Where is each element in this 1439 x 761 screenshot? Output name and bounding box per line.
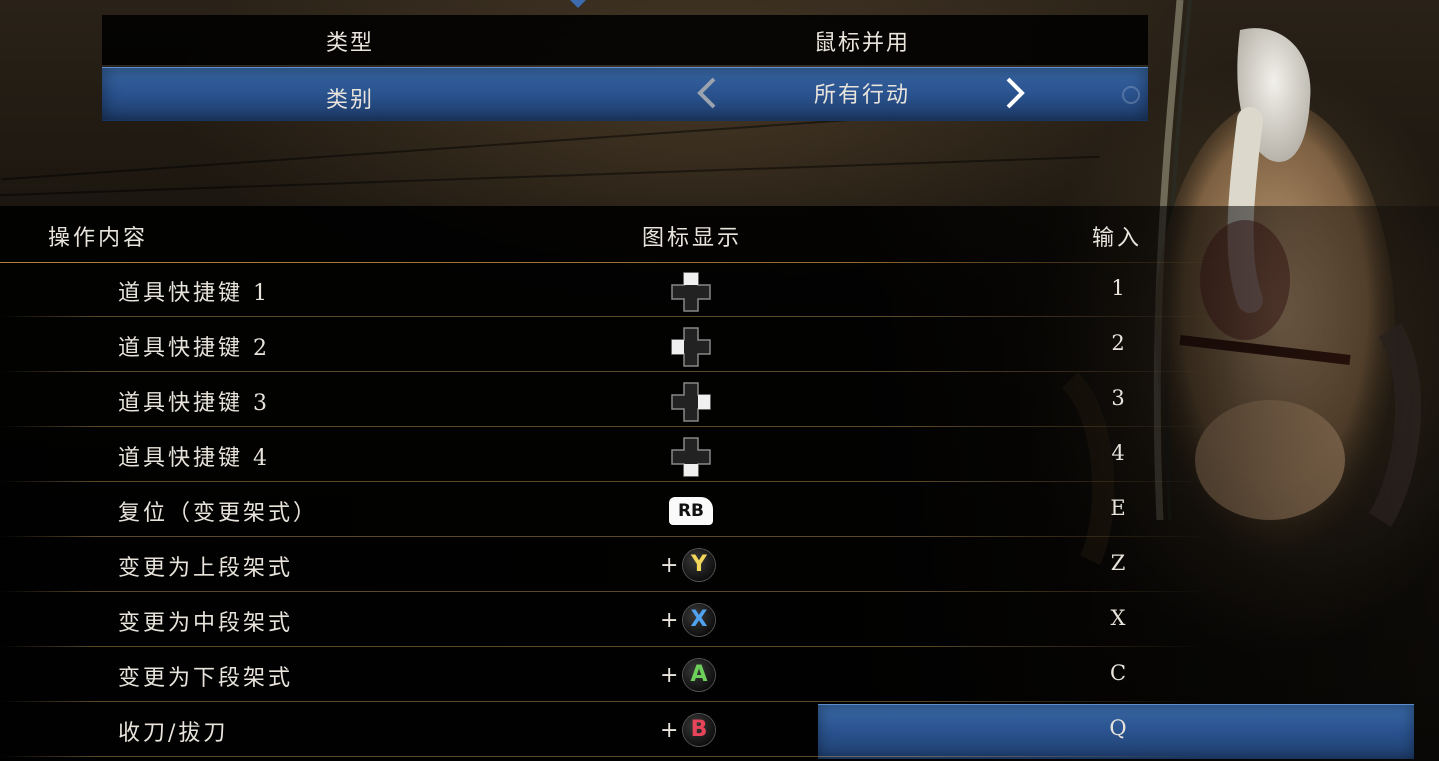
setting-category-label: 类别 [325, 88, 374, 113]
y-button-icon: Y [683, 549, 715, 581]
binding-key: 3 [1111, 386, 1125, 410]
binding-row[interactable]: 道具快捷键 3 3 [0, 373, 1439, 427]
plus-sign: + [660, 553, 679, 578]
binding-key: 1 [1111, 276, 1125, 300]
binding-key: E [1110, 496, 1126, 520]
dpad-left-icon [671, 327, 711, 367]
binding-key: C [1109, 661, 1127, 685]
binding-icon-cell: RB [640, 489, 750, 531]
plus-sign: + [660, 608, 679, 633]
header-icon-display: 图标显示 [642, 226, 743, 251]
a-button-icon: A [683, 659, 715, 691]
x-button-icon: X [683, 604, 715, 636]
floor-plank [0, 155, 1100, 197]
key-bindings-table: 操作内容 图标显示 输入 道具快捷键 1 1 道具快捷键 2 2 道具快捷键 3… [0, 206, 1439, 761]
binding-row[interactable]: 变更为上段架式 + Y Z [0, 538, 1439, 592]
binding-action-label: 道具快捷键 4 [118, 446, 270, 471]
header-action: 操作内容 [48, 226, 149, 251]
binding-icon-cell: + A [640, 654, 750, 696]
top-notch-indicator [570, 0, 586, 8]
setting-row-category[interactable]: 类别 所有行动 [102, 67, 1148, 121]
binding-action-label: 收刀/拔刀 [118, 721, 229, 746]
setting-row-type[interactable]: 类型 鼠标并用 [102, 15, 1148, 66]
binding-icon-cell: + X [640, 599, 750, 641]
rb-button-icon: RB [669, 497, 713, 525]
binding-action-label: 道具快捷键 1 [118, 281, 270, 306]
binding-row-selected[interactable]: 收刀/拔刀 + B Q [0, 703, 1439, 759]
setting-category-value: 所有行动 [813, 83, 910, 108]
binding-icon-cell: + Y [640, 544, 750, 586]
b-button-icon: B [683, 714, 715, 746]
binding-icon-cell [640, 269, 750, 312]
binding-key: 2 [1111, 331, 1125, 355]
plus-sign: + [660, 663, 679, 688]
binding-action-label: 道具快捷键 3 [118, 391, 270, 416]
binding-icon-cell [640, 434, 750, 477]
binding-row[interactable]: 道具快捷键 1 1 [0, 263, 1439, 317]
binding-key[interactable]: Q [1068, 716, 1168, 740]
scroll-indicator-icon [1122, 86, 1140, 104]
table-header: 操作内容 图标显示 输入 [0, 206, 1439, 263]
dpad-down-icon [671, 437, 711, 477]
plus-sign: + [660, 718, 679, 743]
header-input: 输入 [1092, 226, 1143, 251]
binding-key: X [1110, 606, 1126, 630]
binding-row[interactable]: 道具快捷键 2 2 [0, 318, 1439, 372]
binding-action-label: 变更为上段架式 [118, 556, 294, 581]
binding-row[interactable]: 道具快捷键 4 4 [0, 428, 1439, 482]
binding-key: 4 [1111, 441, 1125, 465]
binding-icon-cell [640, 379, 750, 422]
setting-type-value: 鼠标并用 [813, 31, 910, 56]
binding-key: Z [1110, 551, 1126, 575]
dpad-up-icon [671, 272, 711, 312]
binding-row[interactable]: 变更为中段架式 + X X [0, 593, 1439, 647]
binding-action-label: 变更为中段架式 [118, 611, 294, 636]
chevron-right-icon[interactable] [1000, 76, 1030, 110]
binding-action-label: 道具快捷键 2 [118, 336, 270, 361]
binding-action-label: 复位（变更架式） [118, 501, 319, 526]
binding-icon-cell: + B [640, 709, 750, 751]
dpad-right-icon [671, 382, 711, 422]
binding-action-label: 变更为下段架式 [118, 666, 294, 691]
setting-type-label: 类型 [325, 31, 374, 56]
binding-row[interactable]: 变更为下段架式 + A C [0, 648, 1439, 702]
game-settings-screen: 类型 鼠标并用 类别 所有行动 操作内容 图标显示 输入 道具快捷键 1 1 道… [0, 0, 1439, 761]
binding-row[interactable]: 复位（变更架式） RB E [0, 483, 1439, 537]
binding-icon-cell [640, 324, 750, 367]
